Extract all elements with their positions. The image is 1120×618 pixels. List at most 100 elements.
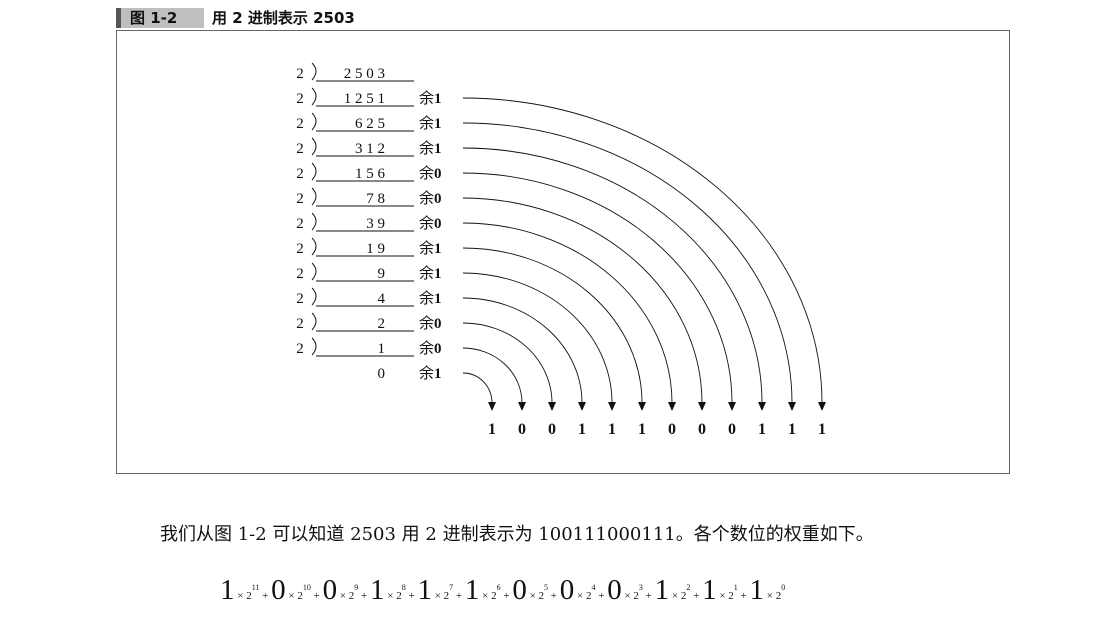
quotient-label: 0 <box>378 366 386 382</box>
quotient-label: 1 2 5 1 <box>344 91 385 107</box>
binary-digit: 0 <box>548 421 556 438</box>
binary-digit: 1 <box>788 421 796 438</box>
arrow-head <box>668 402 676 411</box>
formula-times: × 2 <box>574 590 592 602</box>
quotient-label: 1 9 <box>366 241 385 257</box>
remainder-label: 余0 <box>419 164 442 182</box>
formula-plus: + <box>690 590 703 602</box>
binary-digit: 0 <box>668 421 676 438</box>
division-bracket <box>311 62 317 81</box>
arrow-head <box>818 402 826 411</box>
formula-times: × 2 <box>621 590 639 602</box>
formula-digit: 1 <box>654 574 670 606</box>
remainder-arrow <box>462 322 553 404</box>
formula-exponent: 0 <box>781 583 786 592</box>
figure-title: 用 2 进制表示 2503 <box>212 9 355 27</box>
formula-times: × 2 <box>431 590 450 602</box>
remainder-label: 余0 <box>419 314 442 332</box>
division-bracket <box>311 237 317 256</box>
binary-digit: 0 <box>728 421 736 438</box>
divisor-label: 2 <box>296 316 304 332</box>
arrow-head <box>548 402 556 411</box>
formula-times: × 2 <box>337 590 355 602</box>
remainder-arrow <box>462 197 703 404</box>
division-bracket <box>311 162 317 181</box>
formula-digit: 1 <box>749 574 765 606</box>
formula-digit: 1 <box>464 574 480 606</box>
remainder-label: 余1 <box>419 89 442 107</box>
remainder-label: 余1 <box>419 239 442 257</box>
division-bracket <box>311 312 317 331</box>
arrow-head <box>488 402 496 411</box>
remainder-arrow <box>462 97 823 404</box>
binary-digit: 1 <box>488 421 496 438</box>
figure-label: 图 1-2 <box>130 9 178 27</box>
remainder-arrow <box>462 122 793 404</box>
quotient-label: 2 5 0 3 <box>344 66 385 82</box>
formula-digit: 0 <box>512 574 527 606</box>
remainder-label: 余0 <box>419 214 442 232</box>
formula-times: × 2 <box>526 590 545 602</box>
remainder-label: 余0 <box>419 339 442 357</box>
formula-times: × 2 <box>479 590 497 602</box>
formula-digit: 1 <box>417 574 432 606</box>
arrow-head <box>608 402 616 411</box>
remainder-label: 余0 <box>419 189 442 207</box>
quotient-label: 3 1 2 <box>355 141 385 157</box>
remainder-label: 余1 <box>419 264 442 282</box>
division-bracket <box>311 337 317 356</box>
formula-plus: + <box>310 590 323 602</box>
quotient-label: 9 <box>378 266 386 282</box>
formula-plus: + <box>405 590 418 602</box>
formula-times: × 2 <box>764 590 782 602</box>
remainder-label: 余1 <box>419 114 442 132</box>
divisor-label: 2 <box>296 266 304 282</box>
arrow-head <box>758 402 766 411</box>
division-bracket <box>311 212 317 231</box>
formula-digit: 1 <box>220 574 235 606</box>
remainder-arrow <box>462 347 523 404</box>
quotient-label: 1 <box>378 341 386 357</box>
formula-times: × 2 <box>384 590 402 602</box>
division-bracket <box>311 137 317 156</box>
formula-plus: + <box>548 590 560 602</box>
divisor-label: 2 <box>296 66 304 82</box>
formula-plus: + <box>500 590 513 602</box>
division-bracket <box>311 87 317 106</box>
divisor-label: 2 <box>296 191 304 207</box>
formula-digit: 0 <box>271 574 286 606</box>
division-bracket <box>311 287 317 306</box>
formula-plus: + <box>453 590 465 602</box>
quotient-label: 1 5 6 <box>355 166 386 182</box>
remainder-label: 余1 <box>419 139 442 157</box>
formula-times: × 2 <box>716 590 734 602</box>
divisor-label: 2 <box>296 216 304 232</box>
binary-digit: 1 <box>758 421 766 438</box>
formula-plus: + <box>737 590 750 602</box>
formula-digit: 0 <box>607 574 622 606</box>
quotient-label: 4 <box>378 291 386 307</box>
weight-formula: 1 × 211 + 0 × 210 + 0 × 29 + 1 × 28 + 1 … <box>220 574 785 607</box>
quotient-label: 7 8 <box>366 191 385 207</box>
remainder-arrow <box>462 147 763 404</box>
arrow-head <box>698 402 706 411</box>
remainder-label: 余1 <box>419 289 442 307</box>
formula-times: × 2 <box>285 590 303 602</box>
figure-frame: 2 2 5 0 3 2 1 2 5 1 余1 2 6 2 5 余1 2 3 1 2 余1 2 1 5 6… <box>116 30 1010 474</box>
formula-plus: + <box>259 590 272 602</box>
formula-digit: 1 <box>702 574 717 606</box>
divisor-label: 2 <box>296 291 304 307</box>
division-bracket <box>311 187 317 206</box>
remainder-arrow <box>462 172 733 404</box>
body-paragraph: 我们从图 1-2 可以知道 2503 用 2 进制表示为 10011100011… <box>160 524 874 545</box>
remainder-arrow <box>462 372 493 404</box>
formula-digit: 1 <box>370 574 385 606</box>
figure-header: 图 1-2 用 2 进制表示 2503 <box>116 6 1011 30</box>
binary-digit: 0 <box>518 421 526 438</box>
divisor-label: 2 <box>296 166 304 182</box>
division-bracket <box>311 262 317 281</box>
quotient-label: 2 <box>378 316 386 332</box>
divisor-label: 2 <box>296 141 304 157</box>
binary-digit: 1 <box>638 421 646 438</box>
formula-plus: + <box>595 590 608 602</box>
